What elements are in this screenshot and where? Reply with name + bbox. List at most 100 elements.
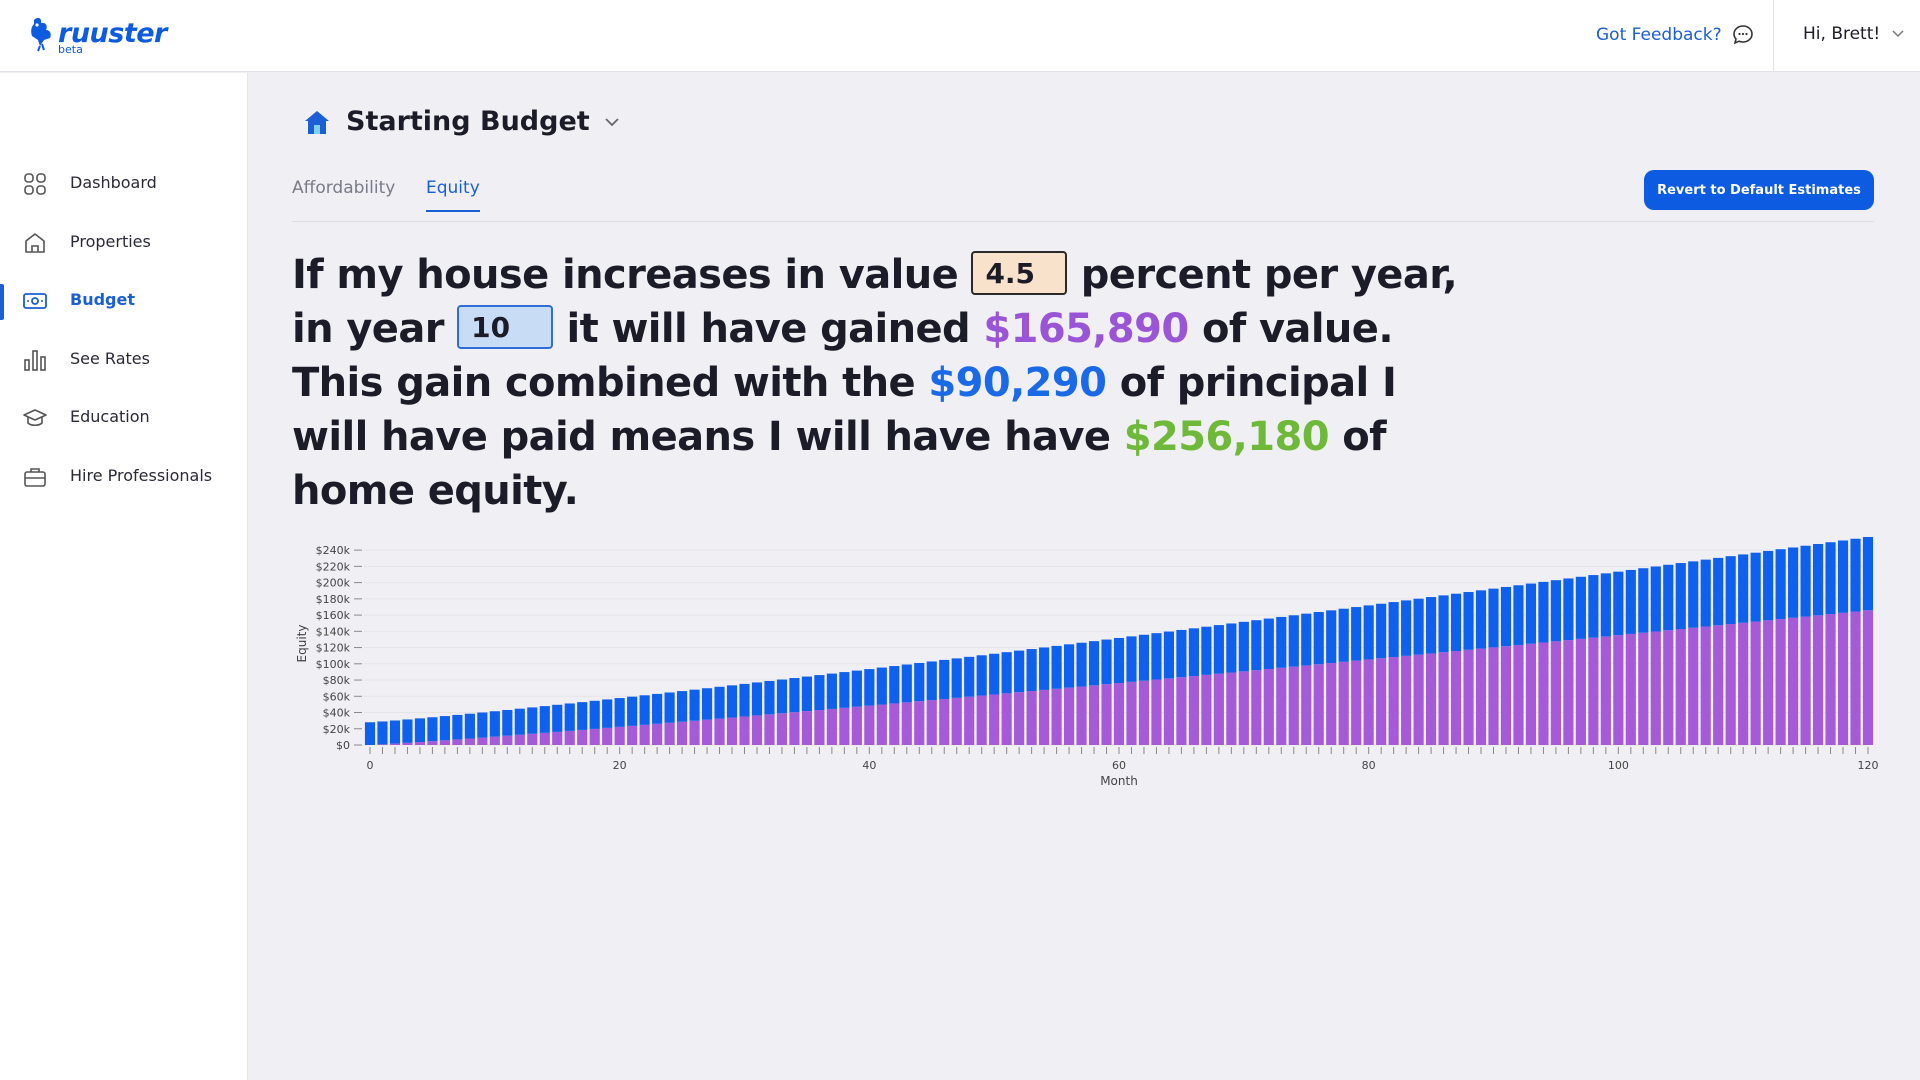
bar-segment-appreciation	[1525, 643, 1537, 745]
bar-segment-principal	[1438, 595, 1449, 653]
bar-segment-appreciation	[477, 737, 488, 745]
bar-segment-principal	[502, 709, 513, 736]
bar-segment-principal	[1450, 593, 1462, 652]
x-tick-label: 120	[1858, 759, 1879, 772]
sidebar: Dashboard Properties Budget See Rates Ed…	[0, 73, 248, 1080]
bar-segment-appreciation	[439, 740, 450, 745]
x-tick-label: 80	[1362, 759, 1376, 772]
bar-segment-principal	[1063, 644, 1075, 688]
bar-segment-principal	[1313, 611, 1324, 665]
revert-to-default-button[interactable]: Revert to Default Estimates	[1644, 170, 1874, 210]
bar-segment-appreciation	[1188, 676, 1199, 745]
bar-segment-appreciation	[1051, 688, 1062, 745]
bar-segment-appreciation	[1750, 621, 1761, 745]
bar-segment-principal	[1550, 580, 1561, 642]
bar-segment-principal	[489, 711, 500, 737]
sidebar-item-dashboard[interactable]: Dashboard	[0, 159, 248, 207]
bar-segment-principal	[1675, 563, 1686, 630]
bar-segment-appreciation	[1063, 687, 1075, 745]
bar-segment-appreciation	[839, 707, 850, 745]
bar-segment-principal	[427, 717, 438, 742]
bar-segment-principal	[1288, 615, 1299, 667]
bar-segment-appreciation	[577, 729, 588, 745]
appreciation-rate-input[interactable]	[971, 251, 1068, 295]
bar-segment-principal	[652, 693, 663, 724]
bar-segment-appreciation	[1263, 668, 1274, 745]
bar-segment-principal	[1725, 556, 1736, 625]
budget-selector[interactable]: Starting Budget	[302, 106, 620, 137]
chevron-down-icon	[605, 117, 619, 126]
bar-segment-appreciation	[664, 722, 675, 745]
bar-segment-principal	[1338, 608, 1349, 662]
bar-segment-principal	[814, 675, 825, 711]
bar-segment-appreciation	[1850, 611, 1861, 745]
sidebar-item-label: Hire Professionals	[70, 466, 213, 485]
bar-segment-appreciation	[976, 695, 987, 745]
sidebar-item-budget[interactable]: Budget	[0, 276, 248, 324]
bar-segment-principal	[1001, 652, 1012, 694]
sidebar-item-see-rates[interactable]: See Rates	[0, 335, 248, 383]
bar-segment-principal	[364, 722, 376, 745]
bar-segment-principal	[477, 712, 488, 738]
bar-segment-appreciation	[1837, 612, 1849, 745]
bar-segment-principal	[1201, 626, 1212, 675]
bar-segment-appreciation	[1463, 649, 1474, 745]
bar-segment-appreciation	[1426, 653, 1437, 745]
bar-segment-appreciation	[939, 698, 950, 745]
bar-segment-principal	[1213, 625, 1224, 674]
bar-segment-principal	[1238, 621, 1249, 672]
bar-segment-appreciation	[889, 703, 900, 745]
feedback-label: Got Feedback?	[1596, 25, 1722, 45]
bar-segment-appreciation	[527, 733, 538, 745]
tab-affordability[interactable]: Affordability	[292, 178, 395, 210]
bar-segment-principal	[1750, 552, 1761, 622]
bar-segment-principal	[1862, 536, 1874, 611]
bar-segment-principal	[1026, 649, 1037, 692]
sidebar-item-hire-professionals[interactable]: Hire Professionals	[0, 452, 248, 500]
bar-segment-principal	[1163, 631, 1175, 679]
tab-equity[interactable]: Equity	[426, 178, 480, 212]
bar-segment-appreciation	[1101, 684, 1112, 745]
ruuster-logo[interactable]: ruuster beta	[28, 14, 188, 58]
bar-segment-appreciation	[814, 710, 825, 745]
bar-segment-principal	[589, 700, 600, 729]
bar-segment-principal	[1738, 554, 1749, 623]
bar-segment-appreciation	[1688, 627, 1699, 745]
sidebar-item-properties[interactable]: Properties	[0, 218, 248, 266]
beta-badge: beta	[58, 43, 83, 56]
bar-segment-appreciation	[1600, 636, 1611, 745]
feedback-link[interactable]: Got Feedback?	[1596, 24, 1754, 46]
bar-segment-principal	[1113, 637, 1125, 684]
bar-segment-principal	[1763, 550, 1774, 621]
value-gain: $165,890	[983, 306, 1189, 352]
bar-segment-principal	[1713, 557, 1724, 626]
year-input[interactable]	[457, 305, 554, 349]
bar-segment-appreciation	[926, 700, 937, 745]
bar-segment-appreciation	[1351, 660, 1362, 745]
bar-segment-principal	[789, 678, 800, 713]
bar-segment-principal	[701, 688, 713, 720]
bar-segment-appreciation	[1226, 672, 1237, 745]
y-tick-label: $220k	[316, 560, 351, 573]
bar-segment-principal	[1263, 618, 1274, 669]
bar-segment-principal	[464, 713, 475, 739]
bar-segment-principal	[1575, 576, 1586, 639]
bar-segment-principal	[914, 662, 925, 702]
bar-segment-principal	[1413, 598, 1424, 655]
sidebar-item-label: Budget	[70, 290, 135, 309]
sidebar-item-education[interactable]: Education	[0, 393, 248, 441]
bar-segment-appreciation	[789, 712, 800, 745]
bar-segment-appreciation	[652, 723, 663, 745]
user-menu[interactable]: Hi, Brett!	[1803, 24, 1904, 44]
bar-segment-principal	[1538, 581, 1549, 643]
bar-segment-appreciation	[1862, 610, 1874, 745]
bar-segment-principal	[627, 696, 638, 726]
bar-segment-appreciation	[1563, 640, 1574, 745]
sidebar-item-label: Education	[70, 407, 150, 426]
bar-segment-principal	[926, 661, 937, 701]
bar-segment-appreciation	[1251, 670, 1262, 745]
bar-segment-appreciation	[1738, 622, 1749, 745]
bar-segment-appreciation	[1575, 638, 1586, 745]
bar-segment-appreciation	[377, 744, 388, 745]
bar-segment-principal	[1351, 607, 1362, 661]
